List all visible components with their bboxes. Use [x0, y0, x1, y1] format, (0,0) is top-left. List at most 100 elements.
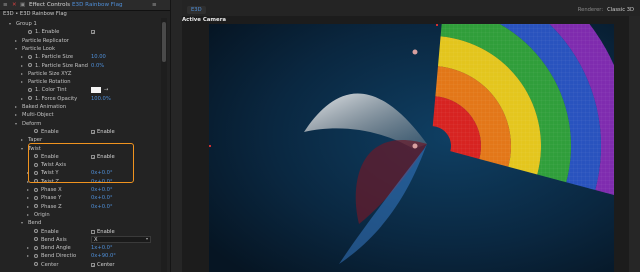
expand-right-icon[interactable]: ▸ [27, 186, 29, 194]
stopwatch-icon[interactable] [34, 129, 38, 134]
stopwatch-icon[interactable] [28, 63, 32, 67]
panel-title[interactable]: Effect Controls [29, 2, 70, 9]
property-row[interactable]: ▸ Phase X 0x+0.0° [0, 186, 160, 194]
expand-right-icon[interactable]: ▸ [21, 53, 23, 61]
property-row[interactable]: ▸ Bend Directio 0x+90.0° [0, 252, 160, 260]
property-label: Enable [41, 128, 59, 135]
panel-menu-icon[interactable]: ≡ [152, 2, 157, 9]
property-row[interactable]: Center ✓ Center [0, 261, 160, 269]
property-row[interactable]: ▸ 1. Force Opacity 100.0% [0, 95, 160, 103]
handle-left[interactable] [209, 145, 211, 147]
property-row[interactable]: Enable Enable [0, 228, 160, 236]
stopwatch-icon[interactable] [28, 96, 32, 101]
property-row[interactable]: 1. Enable ✓ [0, 28, 160, 36]
property-row[interactable]: 1. Color Tint → [0, 86, 160, 94]
stopwatch-icon[interactable] [34, 237, 38, 242]
property-value[interactable]: 100.0% [91, 95, 111, 103]
property-label: Phase Z [41, 203, 62, 210]
property-row[interactable]: ▸ Bend Angle 1x+0.0° [0, 244, 160, 252]
property-value[interactable]: 1x+0.0° [91, 244, 113, 252]
property-label: Phase X [41, 187, 62, 193]
property-row[interactable]: Bend Axis X ▾ [0, 235, 160, 244]
property-row[interactable]: ▸ Baked Animation [0, 103, 160, 111]
stopwatch-icon[interactable] [28, 54, 32, 59]
property-row[interactable]: ▸ Particle Size XYZ [0, 70, 160, 78]
expand-right-icon[interactable]: ▸ [21, 78, 23, 86]
stopwatch-icon[interactable] [28, 87, 32, 92]
stopwatch-icon[interactable] [34, 229, 38, 233]
property-row[interactable]: Enable ✓ Enable [0, 128, 160, 136]
checkbox-checked-icon[interactable]: ✓ [91, 262, 95, 267]
scroll-thumb[interactable] [162, 22, 166, 62]
lock-icon[interactable]: ▣ [20, 2, 25, 9]
property-row[interactable]: ▸ 1. Particle Size Rand 0.0% [0, 62, 160, 70]
checkbox[interactable]: ✓ Center [91, 261, 114, 269]
expand-right-icon[interactable]: ▸ [27, 252, 29, 260]
checkbox-checked-icon[interactable]: ✓ [91, 129, 95, 134]
property-row[interactable]: ▸ Phase Z 0x+0.0° [0, 203, 160, 211]
expand-right-icon[interactable]: ▸ [27, 203, 29, 211]
anchor-point-center[interactable] [412, 143, 418, 149]
handle-top[interactable] [436, 24, 438, 26]
checkbox-checked-icon[interactable]: ✓ [91, 30, 95, 35]
stopwatch-icon[interactable] [34, 253, 38, 258]
expand-right-icon[interactable]: ▸ [21, 62, 23, 70]
tab-e3d[interactable]: E3D [187, 6, 206, 14]
checkbox[interactable]: ✓ Enable [91, 128, 115, 136]
expand-right-icon[interactable]: ▸ [15, 111, 17, 119]
property-label: Center [41, 261, 59, 268]
stopwatch-icon[interactable] [34, 195, 38, 200]
property-value[interactable]: 0x+0.0° [91, 203, 113, 211]
property-value[interactable]: 0x+90.0° [91, 252, 116, 260]
property-value[interactable]: 0.0% [91, 62, 104, 70]
chevron-down-icon[interactable]: ▾ [146, 236, 148, 242]
property-row[interactable]: ▸ Particle Rotation [0, 78, 160, 86]
checkbox[interactable]: ✓ [91, 28, 97, 36]
property-label: Deform [22, 120, 42, 127]
property-row[interactable]: ▸ Multi-Object [0, 111, 160, 119]
property-label: Baked Animation [22, 104, 67, 110]
anchor-point-top[interactable] [412, 49, 418, 55]
expand-right-icon[interactable]: ▸ [15, 37, 17, 45]
checkbox-label: Enable [97, 128, 115, 135]
checkbox[interactable]: Enable [91, 228, 115, 236]
panel-scrollbar[interactable] [161, 18, 167, 272]
stopwatch-icon[interactable] [28, 29, 32, 34]
expand-right-icon[interactable]: ▸ [27, 211, 29, 219]
viewer-scrollbar[interactable] [629, 16, 640, 272]
expand-right-icon[interactable]: ▸ [21, 70, 23, 78]
property-value[interactable]: 0x+0.0° [91, 186, 113, 194]
stopwatch-icon[interactable] [34, 262, 38, 267]
expand-right-icon[interactable]: ▸ [15, 103, 17, 111]
expand-down-icon[interactable]: ▾ [9, 20, 11, 28]
expand-down-icon[interactable]: ▾ [21, 219, 23, 227]
color-swatch[interactable] [91, 87, 101, 94]
stopwatch-icon[interactable] [34, 204, 38, 209]
property-row[interactable]: ▾ Group 1 [0, 20, 160, 28]
renderer-info[interactable]: Renderer: Classic 3D [578, 7, 634, 13]
property-row[interactable]: ▸ Particle Replicator [0, 37, 160, 45]
stopwatch-icon[interactable] [34, 245, 38, 250]
eyedropper-icon[interactable]: → [104, 86, 108, 94]
expand-down-icon[interactable]: ▾ [15, 120, 17, 128]
checkbox-unchecked-icon[interactable] [91, 229, 95, 234]
close-icon[interactable]: ✕ [12, 2, 17, 9]
expand-down-icon[interactable]: ▾ [21, 145, 23, 153]
property-row[interactable]: ▾ Deform [0, 120, 160, 128]
property-row[interactable]: ▸ Phase Y 0x+0.0° [0, 194, 160, 202]
menu-icon[interactable]: ≡ [3, 2, 8, 9]
property-row[interactable]: ▸ 1. Particle Size 10.00 [0, 53, 160, 61]
property-row[interactable]: ▸ Origin [0, 211, 160, 219]
property-row[interactable]: ▾ Bend [0, 219, 160, 227]
property-value[interactable]: 0x+0.0° [91, 194, 113, 202]
expand-right-icon[interactable]: ▸ [27, 194, 29, 202]
expand-right-icon[interactable]: ▸ [21, 95, 23, 103]
expand-down-icon[interactable]: ▾ [15, 45, 17, 53]
expand-right-icon[interactable]: ▸ [21, 136, 23, 144]
expand-right-icon[interactable]: ▸ [27, 244, 29, 252]
property-row[interactable]: ▾ Particle Look [0, 45, 160, 53]
property-value[interactable]: 10.00 [91, 53, 106, 61]
composition-canvas[interactable] [209, 24, 614, 272]
dropdown-select[interactable]: X ▾ [91, 235, 151, 243]
stopwatch-icon[interactable] [34, 187, 38, 192]
